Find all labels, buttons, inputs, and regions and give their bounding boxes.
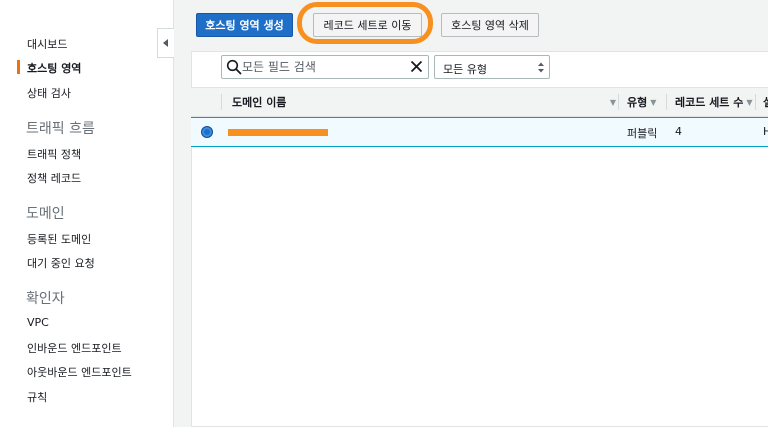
active-indicator bbox=[17, 60, 20, 74]
column-label-record-count: 레코드 세트 수 bbox=[675, 96, 744, 109]
chevron-left-icon bbox=[163, 39, 168, 47]
sort-icon: ▼ bbox=[650, 97, 657, 107]
redaction-mark bbox=[228, 129, 328, 136]
delete-hosted-zone-button[interactable]: 호스팅 영역 삭제 bbox=[441, 13, 539, 37]
type-filter-select[interactable]: 모든 유형 bbox=[434, 55, 550, 79]
sidebar-collapse-button[interactable] bbox=[157, 28, 174, 58]
sidebar-item-outbound-endpoints[interactable]: 아웃바운드 엔드포인트 bbox=[27, 364, 132, 380]
sidebar: 대시보드 호스팅 영역 상태 검사 트래픽 흐름 트래픽 정책 정책 레코드 도… bbox=[0, 0, 174, 427]
table-header: 도메인 이름 ▼ 유형 ▼ 레코드 세트 수 ▼ 설 bbox=[191, 87, 768, 117]
sort-icon: ▼ bbox=[609, 97, 616, 107]
sidebar-item-registered-domains[interactable]: 등록된 도메인 bbox=[27, 231, 91, 247]
create-hosted-zone-button[interactable]: 호스팅 영역 생성 bbox=[196, 13, 293, 37]
sidebar-item-health-checks[interactable]: 상태 검사 bbox=[27, 85, 71, 101]
row-radio[interactable] bbox=[201, 126, 213, 138]
section-traffic-flow: 트래픽 흐름 bbox=[26, 121, 95, 137]
column-header-type[interactable]: 유형 ▼ bbox=[627, 88, 656, 116]
sidebar-item-hosted-zones[interactable]: 호스팅 영역 bbox=[27, 60, 81, 76]
sidebar-item-vpc[interactable]: VPC bbox=[27, 316, 49, 329]
column-header-domain[interactable]: 도메인 이름 ▼ bbox=[232, 88, 616, 116]
column-header-comment[interactable]: 설 bbox=[763, 88, 768, 116]
search-box[interactable] bbox=[221, 55, 429, 79]
table-row[interactable]: 퍼블릭 4 H bbox=[191, 117, 768, 147]
column-divider bbox=[755, 94, 756, 110]
clear-icon[interactable] bbox=[409, 59, 424, 74]
cell-record-count: 4 bbox=[675, 125, 682, 138]
column-divider bbox=[618, 94, 619, 110]
column-label-domain: 도메인 이름 bbox=[232, 96, 287, 109]
search-input[interactable] bbox=[242, 58, 402, 76]
type-filter-value: 모든 유형 bbox=[443, 63, 487, 76]
select-arrows-icon bbox=[538, 62, 544, 73]
column-divider bbox=[666, 94, 667, 110]
column-label-type: 유형 bbox=[627, 96, 648, 109]
sidebar-item-policy-records[interactable]: 정책 레코드 bbox=[27, 170, 81, 186]
column-divider bbox=[221, 94, 222, 110]
column-header-record-count[interactable]: 레코드 세트 수 ▼ bbox=[675, 88, 753, 116]
sidebar-item-inbound-endpoints[interactable]: 인바운드 엔드포인트 bbox=[27, 340, 122, 356]
cell-comment: H bbox=[763, 125, 768, 138]
section-resolver: 확인자 bbox=[26, 291, 65, 307]
cell-type: 퍼블릭 bbox=[627, 127, 658, 140]
sidebar-item-rules[interactable]: 규칙 bbox=[27, 389, 47, 405]
go-to-record-sets-button[interactable]: 레코드 세트로 이동 bbox=[313, 13, 422, 37]
sort-icon: ▼ bbox=[746, 97, 753, 107]
search-icon bbox=[226, 59, 242, 75]
column-label-comment: 설 bbox=[763, 94, 768, 110]
sidebar-item-dashboard[interactable]: 대시보드 bbox=[27, 36, 67, 52]
sidebar-item-pending-requests[interactable]: 대기 중인 요청 bbox=[27, 255, 95, 271]
sidebar-item-traffic-policies[interactable]: 트래픽 정책 bbox=[27, 146, 81, 162]
section-domains: 도메인 bbox=[26, 206, 65, 222]
